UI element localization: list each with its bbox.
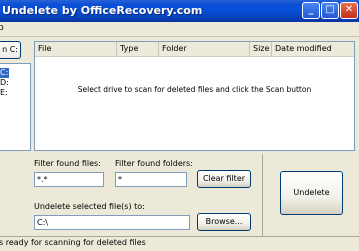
empty-message: Select drive to scan for deleted files a… xyxy=(77,85,312,94)
maximize-button[interactable]: □ xyxy=(321,2,339,19)
drive-list[interactable]: C: D: E: xyxy=(0,63,31,151)
status-text: s ready for scanning for deleted files xyxy=(0,238,146,247)
minimize-icon: _ xyxy=(308,4,314,15)
maximize-icon: □ xyxy=(325,4,335,15)
minimize-button[interactable]: _ xyxy=(302,2,320,19)
close-icon: ✕ xyxy=(344,4,354,15)
status-bar: s ready for scanning for deleted files xyxy=(0,236,359,251)
clear-filter-button[interactable]: Clear filter xyxy=(197,170,251,188)
column-size[interactable]: Size xyxy=(250,42,272,56)
scan-button[interactable]: n C: xyxy=(0,41,21,59)
window-title: Undelete by OfficeRecovery.com xyxy=(2,4,203,17)
drive-item-c[interactable]: C: xyxy=(0,68,9,78)
drive-item-d[interactable]: D: xyxy=(0,78,9,88)
menu-item-help[interactable]: p xyxy=(0,23,4,33)
browse-button[interactable]: Browse... xyxy=(197,213,251,231)
filter-folders-input[interactable]: * xyxy=(115,172,187,187)
close-button[interactable]: ✕ xyxy=(340,2,358,19)
column-file[interactable]: File xyxy=(35,42,117,56)
column-date-modified[interactable]: Date modified xyxy=(272,42,354,56)
menu-bar: p xyxy=(0,22,359,37)
undelete-to-label: Undelete selected file(s) to: xyxy=(34,202,145,211)
filter-folders-label: Filter found folders: xyxy=(115,159,193,168)
filter-files-label: Filter found files: xyxy=(34,159,101,168)
file-list-header: File Type Folder Size Date modified xyxy=(35,42,354,57)
destination-path-input[interactable]: C:\ xyxy=(34,215,190,230)
file-list[interactable]: File Type Folder Size Date modified Sele… xyxy=(34,41,355,151)
drive-item-e[interactable]: E: xyxy=(0,88,8,98)
filter-files-input[interactable]: *.* xyxy=(34,172,104,187)
section-divider xyxy=(262,154,263,236)
column-type[interactable]: Type xyxy=(117,42,159,56)
column-folder[interactable]: Folder xyxy=(159,42,250,56)
undelete-button[interactable]: Undelete xyxy=(280,171,343,215)
title-bar[interactable]: Undelete by OfficeRecovery.com _ □ ✕ xyxy=(0,0,359,22)
